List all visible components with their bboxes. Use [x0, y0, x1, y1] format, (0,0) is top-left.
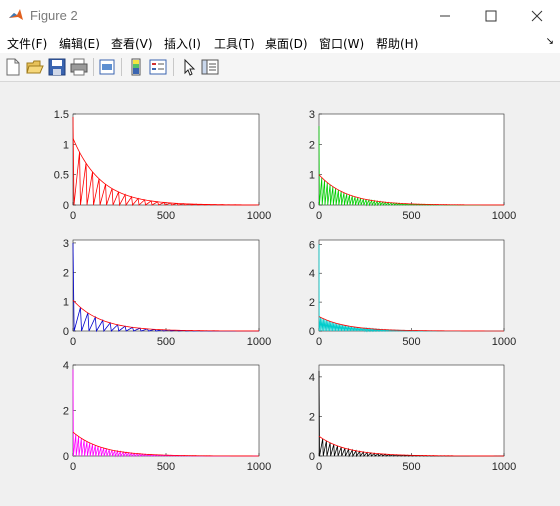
- x-tick-label: 1000: [492, 461, 516, 473]
- legend-icon[interactable]: [149, 58, 167, 76]
- close-icon: [531, 10, 543, 22]
- open-file-icon[interactable]: [26, 58, 44, 76]
- maximize-button[interactable]: [468, 0, 514, 31]
- x-tick-label: 0: [70, 336, 76, 348]
- y-tick-label: 1: [63, 139, 69, 151]
- y-tick-label: 0: [309, 451, 315, 463]
- axes-2: [318, 113, 505, 206]
- y-tick-label: 0: [63, 326, 69, 338]
- y-tick-label: 0: [63, 451, 69, 463]
- menu-help[interactable]: 帮助(H): [376, 35, 418, 52]
- print-icon[interactable]: [70, 58, 88, 76]
- x-tick-label: 0: [316, 210, 322, 222]
- x-tick-label: 500: [157, 336, 175, 348]
- edit-plot-icon[interactable]: [180, 58, 198, 76]
- title-bar: Figure 2: [0, 0, 560, 31]
- subplot-2[interactable]: 0 500 1000 0 1 2 3: [309, 109, 516, 222]
- x-tick-label: 1000: [492, 336, 516, 348]
- toolbar-separator: [121, 58, 122, 76]
- toolbar-separator: [173, 58, 174, 76]
- x-tick-label: 500: [157, 210, 175, 222]
- y-tick-label: 2: [63, 406, 69, 418]
- x-tick-label: 500: [402, 461, 420, 473]
- y-tick-label: 0: [309, 326, 315, 338]
- x-tick-label: 1000: [247, 210, 271, 222]
- save-icon[interactable]: [48, 58, 66, 76]
- y-tick-label: 2: [309, 297, 315, 309]
- property-inspector-icon[interactable]: [201, 58, 219, 76]
- minimize-button[interactable]: [422, 0, 468, 31]
- toolbar: [0, 53, 560, 82]
- menu-edit[interactable]: 编辑(E): [59, 35, 100, 52]
- x-tick-label: 0: [70, 461, 76, 473]
- menu-insert[interactable]: 插入(I): [164, 35, 201, 52]
- figure-canvas[interactable]: 0 500 1000 0 0.5 1 1.5 0 500 1000 0 1 2 3 0 500 1000 0 1 2 3…: [0, 82, 560, 502]
- x-tick-label: 1000: [247, 461, 271, 473]
- y-tick-label: 4: [63, 360, 69, 372]
- axes-1: [72, 113, 260, 206]
- axes-6: [318, 364, 505, 457]
- subplot-5[interactable]: 0 500 1000 0 2 4: [63, 360, 271, 473]
- subplot-1[interactable]: 0 500 1000 0 0.5 1 1.5: [54, 109, 272, 222]
- print-preview-icon[interactable]: [98, 58, 116, 76]
- y-tick-label: 2: [309, 139, 315, 151]
- x-tick-label: 0: [316, 336, 322, 348]
- menu-window[interactable]: 窗口(W): [319, 35, 364, 52]
- y-tick-label: 0.5: [54, 170, 69, 182]
- axes-3: [72, 239, 260, 332]
- minimize-icon: [440, 15, 450, 17]
- subplot-3[interactable]: 0 500 1000 0 1 2 3: [63, 238, 271, 348]
- menu-view[interactable]: 查看(V): [111, 35, 153, 52]
- y-tick-label: 1: [63, 297, 69, 309]
- subplots: 0 500 1000 0 0.5 1 1.5 0 500 1000 0 1 2 3 0 500 1000 0 1 2 3…: [54, 109, 517, 473]
- y-tick-label: 1.5: [54, 109, 69, 121]
- new-figure-icon[interactable]: [4, 58, 22, 76]
- subplot-6[interactable]: 0 500 1000 0 2 4: [309, 364, 516, 473]
- y-tick-label: 4: [309, 268, 315, 280]
- x-tick-label: 0: [70, 210, 76, 222]
- axes-4: [318, 239, 505, 332]
- x-tick-label: 500: [402, 336, 420, 348]
- menu-file[interactable]: 文件(F): [7, 35, 47, 52]
- x-tick-label: 1000: [247, 336, 271, 348]
- colorbar-icon[interactable]: [127, 58, 145, 76]
- toolbar-separator: [93, 58, 94, 76]
- y-tick-label: 6: [309, 239, 315, 251]
- y-tick-label: 1: [309, 170, 315, 182]
- x-tick-label: 0: [316, 461, 322, 473]
- menu-tools[interactable]: 工具(T): [214, 35, 255, 52]
- x-tick-label: 500: [402, 210, 420, 222]
- y-tick-label: 4: [309, 372, 315, 384]
- x-tick-label: 500: [157, 461, 175, 473]
- y-tick-label: 3: [63, 238, 69, 250]
- maximize-icon: [485, 10, 497, 22]
- x-tick-label: 1000: [492, 210, 516, 222]
- menu-desktop[interactable]: 桌面(D): [265, 35, 308, 52]
- y-tick-label: 2: [63, 267, 69, 279]
- y-tick-label: 0: [309, 200, 315, 212]
- y-tick-label: 2: [309, 411, 315, 423]
- y-tick-label: 0: [63, 200, 69, 212]
- y-tick-label: 3: [309, 109, 315, 121]
- subplot-4[interactable]: 0 500 1000 0 2 4 6: [309, 239, 516, 348]
- close-button[interactable]: [514, 0, 560, 31]
- matlab-icon: [8, 7, 24, 23]
- menu-expand-icon[interactable]: ↘: [546, 36, 554, 47]
- axes-5: [72, 364, 260, 457]
- menu-bar: 文件(F) 编辑(E) 查看(V) 插入(I) 工具(T) 桌面(D) 窗口(W…: [0, 31, 560, 53]
- window-title: Figure 2: [30, 8, 78, 23]
